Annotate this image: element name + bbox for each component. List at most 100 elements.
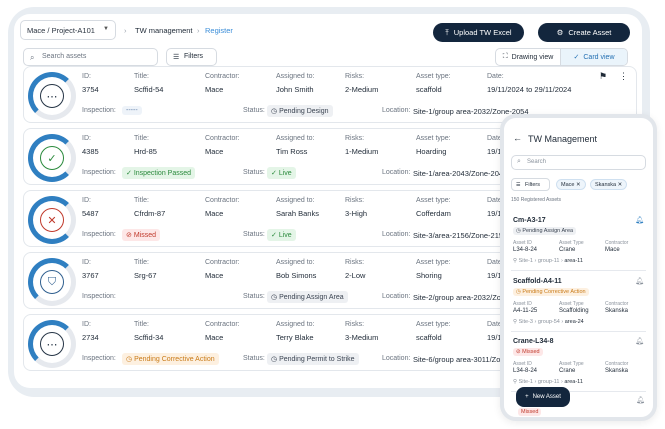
asset-id: L34-8-24 bbox=[513, 368, 538, 374]
field-label-id: ID: bbox=[82, 135, 91, 142]
label-asset-type: Asset Type bbox=[559, 301, 584, 307]
field-value-risks: 3-Medium bbox=[345, 333, 379, 342]
drawing-view-button[interactable]: ⛶ Drawing view bbox=[496, 49, 562, 65]
upload-excel-button[interactable]: ⤒ Upload TW Excel bbox=[433, 23, 524, 42]
status-icon: ✓ bbox=[271, 232, 279, 239]
breadcrumb-register[interactable]: Register bbox=[205, 26, 233, 35]
x-icon: ✕ bbox=[40, 208, 64, 232]
field-label-title: Title: bbox=[134, 197, 149, 204]
inspection-badge: ----- bbox=[122, 106, 142, 115]
field-label-assigned: Assigned to: bbox=[276, 73, 315, 80]
bell-icon[interactable]: 🔔︎ bbox=[635, 337, 644, 345]
field-label-location: Location: bbox=[382, 107, 411, 114]
back-arrow-icon[interactable]: ← bbox=[513, 133, 522, 143]
field-value-id: 2734 bbox=[82, 333, 99, 342]
plus-icon: + bbox=[525, 394, 529, 400]
chip-mace[interactable]: Mace ✕ bbox=[556, 179, 586, 190]
field-value-assigned: John Smith bbox=[276, 85, 314, 94]
breadcrumb-tw-management[interactable]: TW management bbox=[135, 26, 193, 35]
field-label-location: Location: bbox=[382, 231, 411, 238]
close-icon[interactable]: ✕ bbox=[576, 182, 581, 188]
chevron-down-icon: ▼ bbox=[103, 26, 109, 32]
field-value-location: Site-6/group area-3011/Zon bbox=[413, 355, 505, 364]
field-label-type: Asset type: bbox=[416, 197, 451, 204]
field-label-risks: Risks: bbox=[345, 321, 365, 328]
chip-skanska[interactable]: Skanska ✕ bbox=[590, 179, 628, 190]
field-value-type: Cofferdam bbox=[416, 209, 451, 218]
field-label-contractor: Contractor: bbox=[205, 135, 240, 142]
asset-contractor: Skanska bbox=[605, 308, 629, 314]
mobile-filters-button[interactable]: ☰ Filters bbox=[511, 178, 550, 191]
field-value-type: Shoring bbox=[416, 271, 442, 280]
progress-ring: ✕ bbox=[28, 196, 76, 244]
field-value-contractor: Mace bbox=[205, 271, 224, 280]
mobile-asset-card[interactable]: Scaffold-A4-11 🔔︎ ◷ Pending Corrective Act… bbox=[511, 274, 646, 332]
field-value-contractor: Mace bbox=[205, 85, 224, 94]
mobile-screen: ← TW Management ⌕ Search ☰ Filters Mace … bbox=[504, 118, 653, 417]
mobile-asset-card[interactable]: Crane-L34-8 🔔︎ ⊘ Missed Asset ID Asset Type C… bbox=[511, 334, 646, 392]
status-icon: ✓ bbox=[271, 170, 279, 177]
upload-icon: ⤒ bbox=[445, 27, 449, 37]
inspection-badge: ⊘ Missed bbox=[122, 229, 160, 241]
new-asset-button[interactable]: + New Asset bbox=[516, 387, 570, 407]
field-value-type: scaffold bbox=[416, 333, 442, 342]
dots-icon: ⋯ bbox=[40, 84, 64, 108]
field-label-status: Status: bbox=[243, 107, 265, 114]
close-icon[interactable]: ✕ bbox=[618, 182, 623, 188]
field-value-contractor: Mace bbox=[205, 209, 224, 218]
progress-ring: ⋯ bbox=[28, 320, 76, 368]
field-label-inspection: Inspection: bbox=[82, 107, 116, 114]
status-badge: Missed bbox=[518, 408, 542, 416]
field-value-title: Scffid-54 bbox=[134, 85, 164, 94]
status-icon: ◷ bbox=[271, 356, 280, 363]
drawing-icon: ⛶ bbox=[502, 53, 508, 60]
bell-icon[interactable]: 🔔︎ bbox=[636, 396, 645, 404]
project-selector[interactable]: Mace / Project-A101 ▼ bbox=[20, 20, 116, 40]
field-value-contractor: Mace bbox=[205, 333, 224, 342]
field-label-status: Status: bbox=[243, 355, 265, 362]
more-vertical-icon[interactable]: ⋮ bbox=[619, 71, 628, 82]
flag-icon[interactable]: ⚑ bbox=[599, 71, 607, 82]
search-icon: ⌕ bbox=[517, 158, 521, 165]
status-badge: ◷ Pending Corrective Action bbox=[513, 288, 589, 296]
project-label: Mace / Project-A101 bbox=[27, 26, 95, 35]
map-icon: ⛉ bbox=[40, 270, 64, 294]
filters-button[interactable]: ☰ Filters bbox=[166, 48, 217, 66]
mobile-asset-card[interactable]: Cm-A3-17 🔔︎ ◷ Pending Assign Area Asset ID A… bbox=[511, 213, 646, 271]
check-icon: ✓ bbox=[573, 54, 580, 61]
mobile-search-input[interactable]: ⌕ Search bbox=[511, 155, 646, 170]
status-icon: ⊘ bbox=[126, 232, 134, 239]
filter-icon: ☰ bbox=[173, 54, 180, 61]
field-label-assigned: Assigned to: bbox=[276, 197, 315, 204]
label-asset-id: Asset ID bbox=[513, 361, 532, 367]
field-label-contractor: Contractor: bbox=[205, 73, 240, 80]
field-label-id: ID: bbox=[82, 197, 91, 204]
asset-contractor: Skanska bbox=[605, 368, 629, 374]
asset-type: Crane bbox=[559, 247, 576, 253]
asset-count: 150 Registered Assets bbox=[511, 197, 562, 203]
status-badge: ◷ Pending Design bbox=[267, 105, 333, 117]
field-label-type: Asset type: bbox=[416, 259, 451, 266]
bell-icon[interactable]: 🔔︎ bbox=[635, 216, 644, 224]
bell-icon[interactable]: 🔔︎ bbox=[635, 277, 644, 285]
create-asset-button[interactable]: ⚙ Create Asset bbox=[538, 23, 630, 42]
field-label-date: Date: bbox=[487, 73, 504, 80]
field-label-title: Title: bbox=[134, 73, 149, 80]
status-icon: ◷ bbox=[126, 356, 135, 363]
field-label-inspection: Inspection: bbox=[82, 355, 116, 362]
status-badge: ✓ Live bbox=[267, 229, 296, 241]
field-value-assigned: Tim Ross bbox=[276, 147, 308, 156]
progress-ring: ✓ bbox=[28, 134, 76, 182]
field-label-id: ID: bbox=[82, 73, 91, 80]
field-label-contractor: Contractor: bbox=[205, 321, 240, 328]
status-badge: ◷ Pending Assign Area bbox=[267, 291, 348, 303]
field-value-assigned: Terry Blake bbox=[276, 333, 314, 342]
field-value-risks: 2-Low bbox=[345, 271, 366, 280]
status-icon: ◷ bbox=[271, 108, 280, 115]
field-label-title: Title: bbox=[134, 321, 149, 328]
field-label-type: Asset type: bbox=[416, 321, 451, 328]
search-input[interactable]: ⌕ Search assets bbox=[23, 48, 158, 66]
card-view-button[interactable]: ✓ Card view bbox=[561, 49, 627, 65]
field-value-location: Site-1/area-2043/Zone-2043 bbox=[413, 169, 508, 178]
field-label-contractor: Contractor: bbox=[205, 259, 240, 266]
